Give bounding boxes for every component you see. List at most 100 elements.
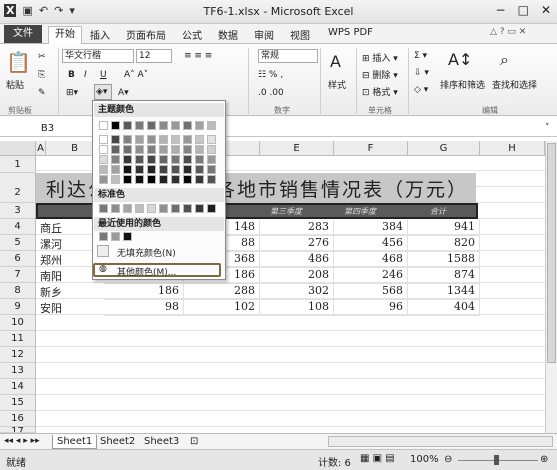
theme-color-swatch[interactable] [111,155,120,164]
value-cell[interactable]: 98 [104,300,184,316]
sort-filter-button[interactable]: 排序和筛选 [440,78,485,91]
theme-color-swatch[interactable] [195,155,204,164]
row-header[interactable]: 4 [0,219,36,235]
theme-color-swatch[interactable] [147,175,156,184]
value-cell[interactable]: 404 [408,300,480,316]
standard-color-swatch[interactable] [171,204,180,213]
theme-color-swatch[interactable] [207,155,216,164]
column-header-h[interactable]: H [480,141,545,156]
sheet-nav-arrows[interactable]: ◂◂ ◂ ▸ ▸▸ [4,436,40,446]
theme-color-swatch[interactable] [123,155,132,164]
theme-color-swatch[interactable] [195,135,204,144]
row-header[interactable]: 5 [0,235,36,251]
theme-color-swatch[interactable] [147,121,156,130]
zoom-in-icon[interactable]: ⊕ [540,454,548,465]
theme-color-swatch[interactable] [99,155,108,164]
city-cell[interactable]: 漯河 [40,236,100,252]
zoom-out-icon[interactable]: ⊖ [444,454,452,465]
border-icon[interactable]: ⊞▾ [66,88,78,98]
tab-view[interactable]: 视图 [290,27,310,42]
tab-insert[interactable]: 插入 [90,27,110,42]
theme-color-swatch[interactable] [195,175,204,184]
row-header[interactable]: 16 [0,411,36,427]
name-box[interactable]: B3 [0,121,96,137]
value-cell[interactable]: 568 [334,284,408,300]
row-header[interactable]: 15 [0,395,36,411]
row-header[interactable]: 6 [0,251,36,267]
format-cells-button[interactable]: ⊡ 格式 ▾ [362,85,398,98]
value-cell[interactable]: 108 [260,300,334,316]
underline-button[interactable]: U [100,70,107,80]
paste-button[interactable]: 粘贴 [6,78,24,91]
theme-color-swatch[interactable] [111,165,120,174]
zoom-level[interactable]: 100% [410,454,439,465]
city-cell[interactable]: 南阳 [40,268,100,284]
value-cell[interactable]: 1344 [408,284,480,300]
row-header[interactable]: 8 [0,283,36,299]
maximize-button[interactable]: □ [518,3,529,17]
tab-formulas[interactable]: 公式 [182,27,202,42]
tab-home[interactable]: 开始 [48,26,82,44]
column-header-e[interactable]: E [260,141,334,156]
theme-color-swatch[interactable] [99,145,108,154]
fill-icon[interactable]: ⇩ ▾ [414,68,429,78]
styles-button[interactable]: 样式 [328,78,346,91]
paste-icon[interactable]: 📋 [6,50,31,74]
value-cell[interactable]: 941 [408,220,480,236]
theme-color-swatch[interactable] [195,145,204,154]
clear-icon[interactable]: ◇ ▾ [414,85,428,95]
insert-cells-button[interactable]: ⊞ 插入 ▾ [362,51,398,64]
align-top-icon[interactable]: ≡ ≡ ≡ [184,51,212,61]
value-cell[interactable]: 1588 [408,252,480,268]
column-header-g[interactable]: G [408,141,480,156]
row-header[interactable]: 2 [0,173,36,203]
font-color-icon[interactable]: A▾ [118,88,129,98]
theme-color-swatch[interactable] [159,155,168,164]
value-cell[interactable]: 468 [334,252,408,268]
sort-filter-icon[interactable]: A↕ [448,50,472,69]
sheet-tab-1[interactable]: Sheet1 [52,435,98,449]
value-cell[interactable]: 96 [334,300,408,316]
theme-color-swatch[interactable] [207,175,216,184]
standard-color-swatch[interactable] [183,204,192,213]
theme-color-swatch[interactable] [183,155,192,164]
copy-icon[interactable]: ⎘ [38,70,45,80]
grow-font-icon[interactable]: A˄ A˅ [124,70,148,80]
row-header[interactable]: 3 [0,203,36,219]
standard-color-swatch[interactable] [147,204,156,213]
italic-button[interactable]: I [84,70,87,80]
column-header-f[interactable]: F [334,141,408,156]
horizontal-scrollbar[interactable] [328,436,553,447]
theme-color-swatch[interactable] [207,121,216,130]
theme-color-swatch[interactable] [183,135,192,144]
standard-color-swatch[interactable] [99,204,108,213]
row-header[interactable]: 12 [0,347,36,363]
theme-color-swatch[interactable] [159,175,168,184]
delete-cells-button[interactable]: ⊟ 删除 ▾ [362,68,398,81]
tab-page-layout[interactable]: 页面布局 [126,27,166,42]
cut-icon[interactable]: ✂ [38,52,46,62]
theme-color-swatch[interactable] [111,135,120,144]
autosum-icon[interactable]: Σ ▾ [414,51,427,61]
theme-color-swatch[interactable] [111,145,120,154]
row-header[interactable]: 14 [0,379,36,395]
row-header[interactable]: 1 [0,156,36,173]
scroll-thumb[interactable] [547,143,556,363]
value-cell[interactable]: 456 [334,236,408,252]
row-header[interactable]: 11 [0,331,36,347]
value-cell[interactable]: 288 [184,284,260,300]
theme-color-swatch[interactable] [159,145,168,154]
theme-color-swatch[interactable] [183,175,192,184]
theme-color-swatch[interactable] [135,145,144,154]
standard-color-swatch[interactable] [195,204,204,213]
theme-color-swatch[interactable] [171,175,180,184]
column-header-a[interactable]: A [36,141,46,156]
standard-color-swatch[interactable] [207,204,216,213]
value-cell[interactable]: 302 [260,284,334,300]
theme-color-swatch[interactable] [123,165,132,174]
more-colors-option[interactable]: 其他颜色(M)... [117,265,176,278]
minimize-button[interactable]: − [496,3,506,17]
zoom-slider-thumb[interactable] [494,455,499,465]
theme-color-swatch[interactable] [207,145,216,154]
sheet-tab-3[interactable]: Sheet3 [140,435,183,449]
